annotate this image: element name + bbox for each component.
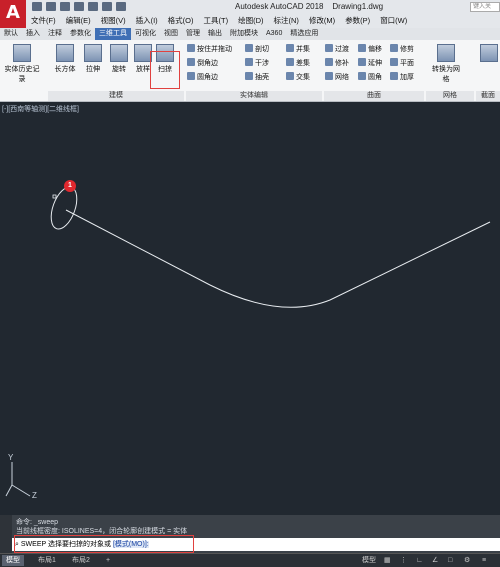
step-badge: 1	[64, 180, 76, 192]
status-bar: 模型 布局1 布局2 + 模型 ▦ ⋮ ∟ ∠ □ ⚙ ≡	[0, 553, 500, 567]
polar-icon[interactable]: ∠	[428, 555, 442, 566]
tab-layout1[interactable]: 布局1	[34, 555, 60, 566]
history-line-1: 命令: _sweep	[16, 519, 59, 526]
workspace-gear-icon[interactable]: ⚙	[460, 555, 474, 566]
sweep-path[interactable]	[65, 209, 491, 308]
model-space-toggle[interactable]: 模型	[358, 555, 380, 566]
grid-icon[interactable]: ▦	[380, 555, 395, 566]
osnap-icon[interactable]: □	[444, 555, 456, 566]
ucs-y-label: Y	[8, 453, 14, 462]
snap-icon[interactable]: ⋮	[396, 555, 411, 566]
pickbox-cursor	[52, 194, 57, 199]
profile-ellipse[interactable]	[46, 184, 82, 233]
ucs-icon: Y Z	[5, 453, 37, 500]
command-line-tools[interactable]	[0, 515, 12, 553]
command-history-text: 命令: _sweep 当前线框密度: ISOLINES=4，闭合轮廓创建模式 =…	[16, 518, 187, 536]
customize-menu-icon[interactable]: ≡	[478, 555, 490, 566]
drawing-canvas[interactable]	[0, 0, 500, 567]
add-layout-button[interactable]: +	[102, 555, 114, 566]
tab-layout2[interactable]: 布局2	[68, 555, 94, 566]
tab-model[interactable]: 模型	[2, 555, 24, 566]
command-highlight	[14, 535, 194, 553]
ucs-z-label: Z	[32, 491, 37, 500]
ortho-icon[interactable]: ∟	[412, 555, 427, 566]
